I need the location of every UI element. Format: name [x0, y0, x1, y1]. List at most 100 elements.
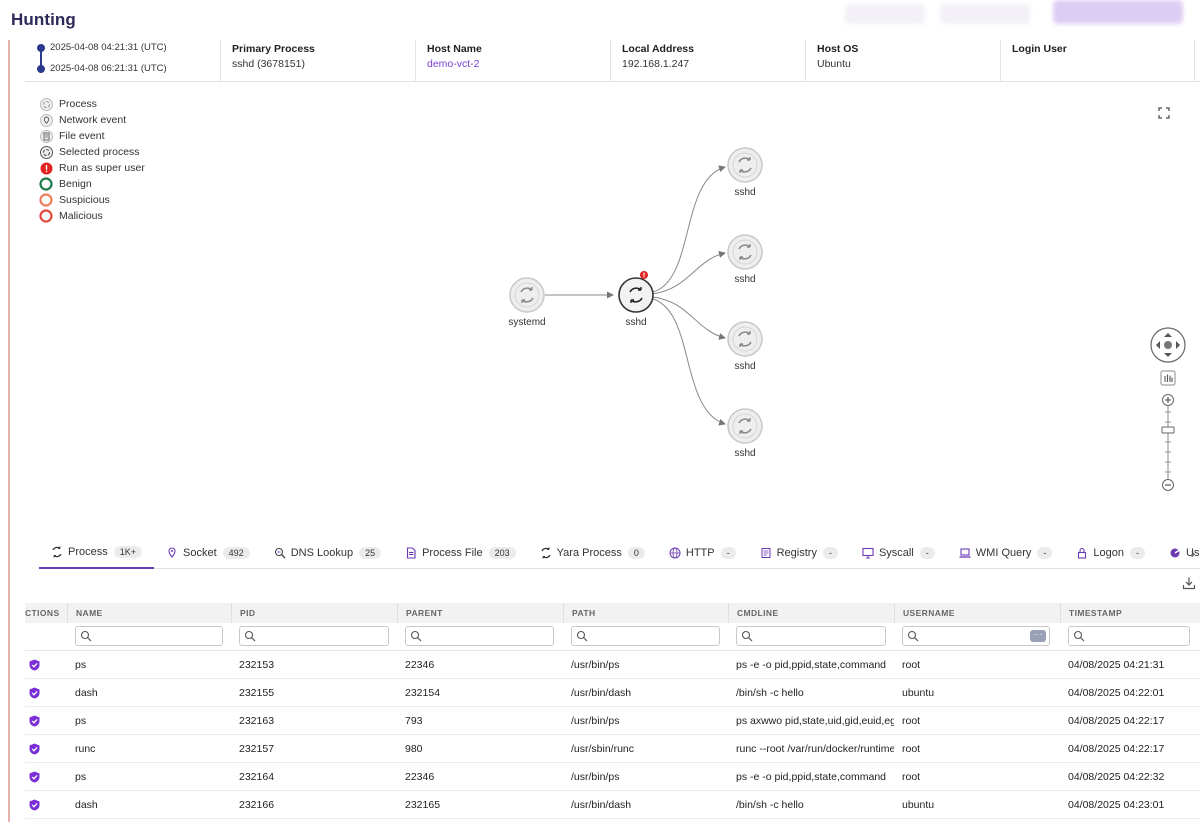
cell-pid: 232153 — [239, 659, 275, 671]
legend-label: Selected process — [59, 146, 140, 158]
cell-cmdline: /bin/sh -c hello — [736, 799, 804, 811]
yara-process-icon — [540, 547, 552, 559]
suspicious-ring-icon — [39, 193, 53, 207]
shield-check-icon[interactable] — [29, 771, 40, 783]
tab-dns-lookup[interactable]: DNS Lookup 25 — [262, 537, 393, 569]
column-header-name[interactable]: NAME — [67, 603, 232, 623]
timestamp-filter-input[interactable] — [1068, 626, 1190, 646]
table-row[interactable]: ps 232164 22346/usr/bin/ps ps -e -o pid,ppi… — [25, 763, 1200, 791]
parent-filter-input[interactable] — [405, 626, 554, 646]
column-header-cmdline[interactable]: CMDLINE — [728, 603, 894, 623]
blurred-control[interactable] — [845, 4, 925, 24]
legend-label: File event — [59, 130, 105, 142]
shield-check-icon[interactable] — [29, 659, 40, 671]
process-file-icon — [405, 547, 417, 559]
graph-node-systemd[interactable] — [509, 277, 545, 313]
summary-login-user: Login User — [1000, 40, 1195, 82]
fullscreen-icon[interactable] — [1157, 106, 1171, 120]
tab-count: 1K+ — [113, 546, 143, 558]
dns-lookup-icon — [274, 547, 286, 559]
cell-timestamp: 04/08/2025 04:22:01 — [1068, 687, 1165, 699]
pan-control[interactable] — [1150, 327, 1186, 363]
cell-path: /usr/bin/ps — [571, 715, 620, 727]
summary-label: Primary Process — [232, 43, 315, 55]
shield-check-icon[interactable] — [29, 715, 40, 727]
column-filters: ··· — [25, 623, 1200, 651]
cell-cmdline: ps -e -o pid,ppid,state,command — [736, 771, 886, 783]
column-header-parent[interactable]: PARENT — [397, 603, 563, 623]
cell-pid: 232164 — [239, 771, 275, 783]
graph-node-sshd[interactable] — [727, 321, 763, 357]
blurred-control[interactable] — [940, 4, 1030, 24]
table-row[interactable]: runc 232157 980/usr/sbin/runc runc --root /… — [25, 735, 1200, 763]
tab-yara-process[interactable]: Yara Process 0 — [528, 537, 657, 569]
syscall-icon — [862, 547, 874, 559]
tab-socket[interactable]: Socket 492 — [154, 537, 262, 569]
name-filter-input[interactable] — [75, 626, 223, 646]
download-icon[interactable] — [1182, 576, 1196, 590]
cell-pid: 232155 — [239, 687, 275, 699]
legend-label: Benign — [59, 178, 92, 190]
tab-wmi-query[interactable]: WMI Query - — [947, 537, 1065, 569]
process-graph: systemd sshd sshd sshd sshd sshd — [465, 140, 765, 470]
search-icon — [741, 630, 753, 642]
tab-count: - — [919, 547, 935, 559]
table-row[interactable]: dash 232166 232165/usr/bin/dash/bin/sh -c … — [25, 791, 1200, 819]
column-header-path[interactable]: PATH — [563, 603, 728, 623]
table-row[interactable]: dash 232155 232154/usr/bin/dash/bin/sh -c … — [25, 679, 1200, 707]
legend-item: Malicious — [39, 208, 145, 224]
search-icon — [907, 630, 919, 642]
cmdline-filter-input[interactable] — [736, 626, 886, 646]
shield-check-icon[interactable] — [29, 687, 40, 699]
summary-value: 192.168.1.247 — [622, 58, 690, 70]
tab-label: Socket — [183, 547, 217, 559]
more-options-icon[interactable]: ··· — [1030, 630, 1046, 642]
shield-check-icon[interactable] — [29, 743, 40, 755]
summary-primary-process: Primary Process sshd (3678151) — [220, 40, 415, 82]
summary-host-os: Host OS Ubuntu — [805, 40, 1000, 82]
time-range: 2025-04-08 04:21:31 (UTC) 2025-04-08 06:… — [37, 42, 227, 78]
username-filter-input[interactable]: ··· — [902, 626, 1050, 646]
node-label: systemd — [508, 317, 546, 328]
zoom-in-icon[interactable] — [1162, 394, 1174, 406]
tab-registry[interactable]: Registry - — [748, 537, 850, 569]
tab-count: - — [1037, 547, 1053, 559]
pid-filter-input[interactable] — [239, 626, 389, 646]
hand-tool-icon[interactable] — [1160, 370, 1176, 386]
column-header-pid[interactable]: PID — [231, 603, 397, 623]
shield-check-icon[interactable] — [29, 799, 40, 811]
graph-node-sshd[interactable] — [727, 234, 763, 270]
legend-label: Run as super user — [59, 162, 145, 174]
path-filter-input[interactable] — [571, 626, 720, 646]
cell-username: root — [902, 771, 921, 783]
tab-syscall[interactable]: Syscall - — [850, 537, 947, 569]
cell-parent: 793 — [405, 715, 423, 727]
host-name-link[interactable]: demo-vct-2 — [427, 58, 610, 70]
wmi-query-icon — [959, 547, 971, 559]
blurred-action-button[interactable] — [1053, 0, 1183, 24]
graph-node-sshd[interactable] — [727, 408, 763, 444]
zoom-slider[interactable] — [1161, 406, 1175, 479]
tab-process-file[interactable]: Process File 203 — [393, 537, 528, 569]
column-header-username[interactable]: USERNAME — [894, 603, 1060, 623]
graph-node-sshd-selected[interactable] — [618, 271, 654, 313]
super-user-icon — [640, 271, 648, 279]
zoom-out-icon[interactable] — [1162, 479, 1174, 491]
timeline-start-dot — [37, 44, 45, 52]
cell-cmdline: ps axwwo pid,state,uid,gid,euid,egid — [736, 715, 894, 727]
search-icon — [244, 630, 256, 642]
graph-node-sshd[interactable] — [727, 147, 763, 183]
process-summary: 2025-04-08 04:21:31 (UTC) 2025-04-08 06:… — [25, 40, 1200, 82]
file-event-icon — [39, 129, 53, 143]
tab-http[interactable]: HTTP - — [657, 537, 748, 569]
table-row[interactable]: ps 232163 793/usr/bin/ps ps axwwo pid,state… — [25, 707, 1200, 735]
legend-item: File event — [39, 128, 145, 144]
network-event-icon — [39, 113, 53, 127]
column-header-timestamp[interactable]: TIMESTAMP — [1060, 603, 1200, 623]
tab-logon[interactable]: Logon - — [1064, 537, 1157, 569]
summary-local-address: Local Address 192.168.1.247 — [610, 40, 805, 82]
table-row[interactable]: ps 232153 22346/usr/bin/ps ps -e -o pid,ppi… — [25, 651, 1200, 679]
tab-process[interactable]: Process 1K+ — [39, 537, 155, 569]
legend-label: Process — [59, 98, 97, 110]
chevron-right-icon[interactable]: › — [1186, 537, 1200, 569]
